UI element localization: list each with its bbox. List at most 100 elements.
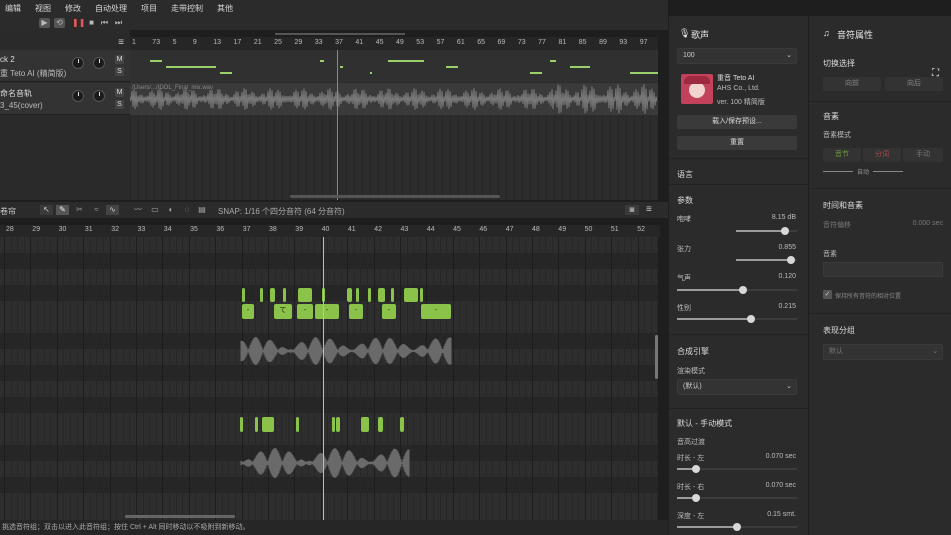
ruler-label: 33 <box>137 226 146 233</box>
note-panel-header: 音符属性 <box>837 30 874 40</box>
mode-manual-button[interactable]: 手动 <box>903 148 943 162</box>
param-slider[interactable] <box>736 256 797 264</box>
arrange-scrollbar[interactable] <box>290 195 500 198</box>
solo-button[interactable]: S <box>115 67 124 76</box>
menu-transport[interactable]: 走带控制 <box>166 3 212 14</box>
param-label: 张力 <box>677 246 691 253</box>
menu-other[interactable]: 其他 <box>212 3 242 14</box>
ruler-label: 39 <box>295 226 304 233</box>
menu-edit[interactable]: 编辑 <box>0 3 30 14</box>
slider-thumb[interactable] <box>733 523 741 531</box>
menu-icon[interactable]: ≡ <box>118 37 124 48</box>
snap-setting[interactable]: SNAP: 1/16 个四分音符 (64 分音符) <box>218 206 345 217</box>
mode-word-button[interactable]: 分词 <box>863 148 901 162</box>
render-mode-value: (默认) <box>683 383 702 390</box>
prev-note-button[interactable]: 向前 <box>823 77 881 91</box>
lyric-icon[interactable]: ◌ <box>180 205 194 215</box>
default-mode-label: 默认 - 手动模式 <box>677 419 733 428</box>
singer-select[interactable]: 100 ⌄ <box>677 48 797 64</box>
grid-icon[interactable]: ▤ <box>196 205 208 215</box>
mute-button[interactable]: M <box>115 55 124 64</box>
pianoroll-grid[interactable]: -て----- <box>0 237 658 520</box>
track-2[interactable]: 命名音轨 3_45(cover) M S <box>0 83 130 115</box>
singer-panel-header: 歌声 <box>691 30 710 40</box>
play-icon[interactable]: ▶ <box>39 18 50 28</box>
ruler-label: 89 <box>599 39 607 46</box>
volume-knob[interactable] <box>72 90 84 102</box>
vibrato-tool-icon[interactable]: ≈ <box>90 205 103 215</box>
menu-auto[interactable]: 自动处理 <box>90 3 136 14</box>
slider-thumb[interactable] <box>747 315 756 323</box>
render-mode-select[interactable]: (默认) ⌄ <box>677 379 797 395</box>
pianoroll-ruler[interactable]: 28 29 30 31 32 33 34 35 36 37 38 39 40 41 42 43 44 45 46 47… <box>0 225 660 237</box>
param-value: 0.120 <box>778 273 796 280</box>
divider <box>669 158 808 159</box>
pan-knob[interactable] <box>93 90 105 102</box>
skip-forward-icon[interactable]: ⏭ <box>113 18 124 28</box>
param-value: 0.215 <box>778 303 796 310</box>
skip-back-icon[interactable]: ⏮ <box>99 18 110 28</box>
param-value: 8.15 dB <box>771 214 796 221</box>
volume-knob[interactable] <box>72 57 84 69</box>
split-tool-icon[interactable]: ✂ <box>73 205 86 215</box>
phoneme-input[interactable] <box>823 262 943 277</box>
stop-icon[interactable]: ■ <box>86 18 97 28</box>
note-view-icon[interactable]: ▭ <box>148 205 162 215</box>
ruler-label: 73 <box>517 39 526 46</box>
param-slider[interactable] <box>677 315 797 323</box>
mute-button[interactable]: M <box>115 88 124 97</box>
slider-thumb[interactable] <box>739 286 747 294</box>
keep-position-checkbox[interactable]: ✓ <box>823 290 832 299</box>
solo-button[interactable]: S <box>115 100 124 109</box>
menu-icon[interactable]: ≡ <box>646 204 652 215</box>
audio-clip[interactable]: /Users/.../IDOL_Final_mix.wav <box>130 83 658 115</box>
pitch-curve-icon[interactable]: 〰 <box>130 205 146 215</box>
slider-thumb[interactable] <box>786 256 795 264</box>
lyrics-section-label: 音素 <box>823 112 839 121</box>
menu-modify[interactable]: 修改 <box>60 3 90 14</box>
ruler-label: 69 <box>497 39 506 46</box>
load-preset-button[interactable]: 载入/保存预设... <box>677 115 797 129</box>
pen-tool-icon[interactable]: ✎ <box>56 205 69 215</box>
next-note-button[interactable]: 向后 <box>885 77 943 91</box>
arrange-view[interactable]: /Users/.../IDOL_Final_mix.wav <box>130 50 658 200</box>
menu-project[interactable]: 项目 <box>136 3 166 14</box>
pan-knob[interactable] <box>93 57 105 69</box>
reset-button[interactable]: 重置 <box>677 136 797 150</box>
mic-icon: 🎙 <box>679 28 691 38</box>
ruler-label: 33 <box>314 39 323 46</box>
loop-icon[interactable]: ⟲ <box>54 18 65 28</box>
note-properties-panel: ♫ 音符属性 切换选择 ⛶ 向前 向后 音素 音素模式 音节 分词 手动 自动 … <box>808 16 951 535</box>
transition-slider[interactable] <box>677 465 797 473</box>
track-1[interactable]: ck 2 重 Teto AI (精简版) M S <box>0 50 130 82</box>
camera-icon[interactable]: ◙ <box>625 205 639 215</box>
slider-thumb[interactable] <box>692 494 701 502</box>
param-slider[interactable] <box>736 227 797 235</box>
ruler-label: 37 <box>242 226 251 233</box>
singer-panel: 🎙 歌声 100 ⌄ 重音 Teto AI AHS Co., Ltd. ver.… <box>668 16 808 535</box>
vocal-waveform <box>240 448 410 478</box>
ruler-label: 36 <box>216 226 225 233</box>
transport-bar: ▶ ⟲ ❚❚ ■ ⏮ ⏭ <box>0 16 668 35</box>
param-slider[interactable] <box>677 286 797 294</box>
group-select[interactable]: 默认 ⌄ <box>823 344 943 360</box>
transition-slider[interactable] <box>677 523 797 531</box>
audio-clip-label: /Users/.../IDOL_Final_mix.wav <box>132 85 214 91</box>
arrange-ruler[interactable]: 1 73 5 9 13 17 21 25 29 33 37 41 45 49 53 57 61 65 69 73 77 8… <box>130 37 658 50</box>
track-name: ck 2 <box>0 55 15 64</box>
vertical-scrollbar[interactable] <box>655 335 658 379</box>
menu-view[interactable]: 视图 <box>30 3 60 14</box>
select-tool-icon[interactable]: ↖ <box>40 205 53 215</box>
pause-icon[interactable]: ❚❚ <box>72 18 85 28</box>
ruler-label: 30 <box>58 226 67 233</box>
zoom-scrollbar[interactable] <box>275 33 405 35</box>
slider-thumb[interactable] <box>692 465 701 473</box>
mode-syllable-button[interactable]: 音节 <box>823 148 861 162</box>
curve-tool-icon[interactable]: ∿ <box>106 205 119 215</box>
slider-thumb[interactable] <box>780 227 789 235</box>
waveform-icon[interactable]: ◐ <box>164 205 178 215</box>
horizontal-scrollbar[interactable] <box>125 515 235 518</box>
playhead[interactable] <box>337 50 338 200</box>
transition-slider[interactable] <box>677 494 797 502</box>
playhead[interactable] <box>323 237 324 520</box>
